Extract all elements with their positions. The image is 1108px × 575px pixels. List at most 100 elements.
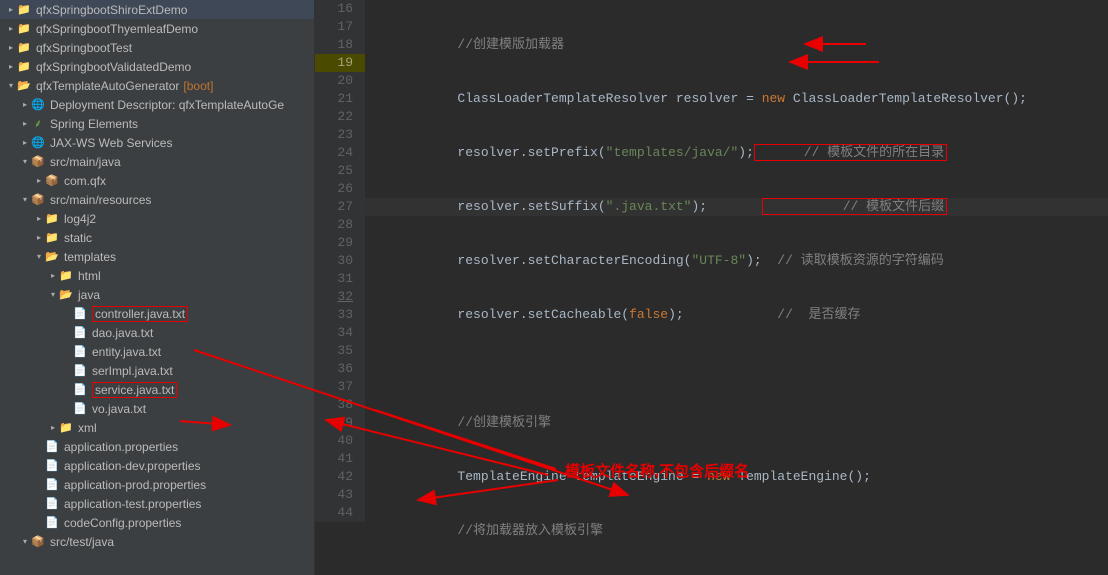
line-number: 39 (315, 414, 365, 432)
tree-label: templates (64, 250, 116, 264)
code-line: //创建模板引擎 (365, 414, 1108, 432)
jax-ws[interactable]: ▸🌐JAX-WS Web Services (0, 133, 314, 152)
templates-folder[interactable]: ▾📂templates (0, 247, 314, 266)
code-line: resolver.setCacheable(false); // 是否缓存 (365, 306, 1108, 324)
source-folder-icon: 📦 (30, 154, 46, 170)
line-number: 19 (315, 54, 365, 72)
file-item[interactable]: 📄vo.java.txt (0, 399, 314, 418)
src-test-java[interactable]: ▾📦src/test/java (0, 532, 314, 551)
project-icon: 📂 (16, 78, 32, 94)
project-item[interactable]: ▸📁qfxSpringbootTest (0, 38, 314, 57)
line-number: 40 (315, 432, 365, 450)
java-templates-folder[interactable]: ▾📂java (0, 285, 314, 304)
file-service-template[interactable]: 📄service.java.txt (0, 380, 314, 399)
tree-label: application-test.properties (64, 497, 201, 511)
tree-label: xml (78, 421, 97, 435)
properties-file[interactable]: 📄codeConfig.properties (0, 513, 314, 532)
src-main-resources[interactable]: ▾📦src/main/resources (0, 190, 314, 209)
package-item[interactable]: ▸📦com.qfx (0, 171, 314, 190)
folder-icon: 📁 (44, 230, 60, 246)
tree-label: service.java.txt (92, 382, 177, 398)
folder-icon: 📁 (58, 268, 74, 284)
project-explorer[interactable]: ▸📁qfxSpringbootShiroExtDemo ▸📁qfxSpringb… (0, 0, 315, 575)
deployment-descriptor[interactable]: ▸🌐Deployment Descriptor: qfxTemplateAuto… (0, 95, 314, 114)
folder-item[interactable]: ▸📁log4j2 (0, 209, 314, 228)
src-main-java[interactable]: ▾📦src/main/java (0, 152, 314, 171)
line-number: 26 (315, 180, 365, 198)
project-icon: 📁 (16, 59, 32, 75)
line-number: 36 (315, 360, 365, 378)
boot-badge: [boot] (183, 79, 213, 93)
file-icon: 📄 (72, 382, 88, 398)
file-icon: 📄 (44, 439, 60, 455)
file-controller-template[interactable]: 📄controller.java.txt (0, 304, 314, 323)
line-number: 21 (315, 90, 365, 108)
spring-elements[interactable]: ▸⸙Spring Elements (0, 114, 314, 133)
annotation-box: // 模板文件后缀 (762, 198, 947, 215)
code-editor[interactable]: 16 17 18 19 20 21 22 23 24 25 26 27 28 2… (315, 0, 1108, 575)
properties-file[interactable]: 📄 application-prod.properties (0, 475, 314, 494)
code-line-current: resolver.setSuffix(".java.txt"); // 模板文件… (365, 198, 1108, 216)
tree-label: static (64, 231, 92, 245)
tree-label: html (78, 269, 101, 283)
line-number: 25 (315, 162, 365, 180)
spring-icon: ⸙ (30, 116, 46, 132)
globe-icon: 🌐 (30, 97, 46, 113)
line-number: 24 (315, 144, 365, 162)
properties-file[interactable]: 📄application-dev.properties (0, 456, 314, 475)
folder-item[interactable]: ▸📁xml (0, 418, 314, 437)
tree-label: qfxTemplateAutoGenerator (36, 79, 179, 93)
source-folder-icon: 📦 (30, 192, 46, 208)
project-item[interactable]: ▸📁qfxSpringbootValidatedDemo (0, 57, 314, 76)
tree-label: Deployment Descriptor: qfxTemplateAutoGe (50, 98, 284, 112)
line-number: 23 (315, 126, 365, 144)
file-icon: 📄 (44, 515, 60, 531)
code-line: ClassLoaderTemplateResolver resolver = n… (365, 90, 1108, 108)
code-line (365, 360, 1108, 378)
folder-icon: 📂 (44, 249, 60, 265)
file-item[interactable]: 📄serImpl.java.txt (0, 361, 314, 380)
line-number: 37 (315, 378, 365, 396)
tree-label: qfxSpringbootShiroExtDemo (36, 3, 187, 17)
folder-icon: 📂 (58, 287, 74, 303)
line-number: 32 (315, 288, 365, 306)
file-item[interactable]: 📄entity.java.txt (0, 342, 314, 361)
tree-label: com.qfx (64, 174, 106, 188)
properties-file[interactable]: 📄 application-test.properties (0, 494, 314, 513)
folder-icon: 📁 (44, 211, 60, 227)
code-line: resolver.setPrefix("templates/java/"); /… (365, 144, 1108, 162)
project-item[interactable]: ▸📁qfxSpringbootShiroExtDemo (0, 0, 314, 19)
line-number: 34 (315, 324, 365, 342)
file-icon: 📄 (44, 477, 60, 493)
tree-label: Spring Elements (50, 117, 138, 131)
project-icon: 📁 (16, 40, 32, 56)
line-number: 30 (315, 252, 365, 270)
folder-icon: 📁 (58, 420, 74, 436)
project-item-open[interactable]: ▾📂qfxTemplateAutoGenerator[boot] (0, 76, 314, 95)
tree-label: application-prod.properties (64, 478, 206, 492)
properties-file[interactable]: 📄 application.properties (0, 437, 314, 456)
line-number: 27 (315, 198, 365, 216)
source-folder-icon: 📦 (30, 534, 46, 550)
file-item[interactable]: 📄dao.java.txt (0, 323, 314, 342)
tree-label: src/main/resources (50, 193, 151, 207)
file-icon: 📄 (44, 496, 60, 512)
file-icon: 📄 (44, 458, 60, 474)
line-number: 31 (315, 270, 365, 288)
folder-item[interactable]: ▸📁static (0, 228, 314, 247)
tree-label: application.properties (64, 440, 178, 454)
tree-label: src/main/java (50, 155, 121, 169)
code-line: //创建模版加载器 (365, 36, 1108, 54)
project-item[interactable]: ▸📁qfxSpringbootThyemleafDemo (0, 19, 314, 38)
tree-label: src/test/java (50, 535, 114, 549)
folder-item[interactable]: ▸📁html (0, 266, 314, 285)
code-line: resolver.setCharacterEncoding("UTF-8"); … (365, 252, 1108, 270)
tree-label: dao.java.txt (92, 326, 153, 340)
line-number: 20 (315, 72, 365, 90)
code-line: //将加载器放入模板引擎 (365, 522, 1108, 540)
line-number: 22 (315, 108, 365, 126)
file-icon: 📄 (72, 401, 88, 417)
line-number: 28 (315, 216, 365, 234)
code-area[interactable]: //创建模版加载器 ClassLoaderTemplateResolver re… (365, 0, 1108, 575)
file-icon: 📄 (72, 306, 88, 322)
